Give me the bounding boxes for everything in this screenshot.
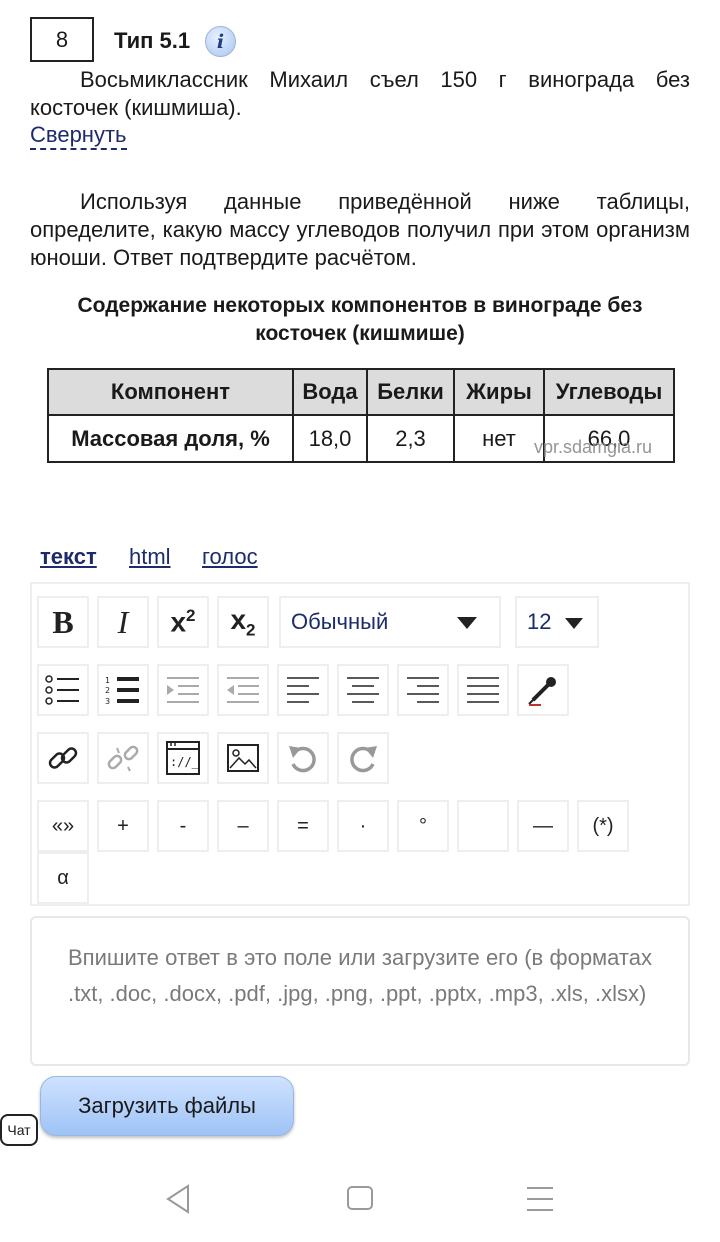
tab-text[interactable]: текст	[40, 544, 97, 570]
superscript-button[interactable]: x2	[157, 596, 209, 648]
symbol-hyphen-button[interactable]: -	[157, 800, 209, 852]
insert-image-button[interactable]	[217, 732, 269, 784]
symbol-label: «»	[51, 814, 75, 837]
outdent-icon	[227, 677, 259, 703]
insert-code-button[interactable]: ://_	[157, 732, 209, 784]
undo-icon	[289, 746, 316, 773]
format-select-value: Обычный	[291, 609, 389, 634]
table-header-cell: Компонент	[47, 368, 294, 416]
symbol-multiply-button[interactable]: (*)	[577, 800, 629, 852]
chevron-down-icon	[457, 617, 477, 629]
table-header-row: Компонент Вода Белки Жиры Углеводы	[47, 368, 675, 416]
eyedropper-icon	[528, 677, 556, 706]
table-title: Содержание некоторых компонентов в виног…	[77, 294, 643, 345]
upload-files-button[interactable]: Загрузить файлы	[40, 1076, 294, 1136]
align-center-button[interactable]	[337, 664, 389, 716]
align-justify-button[interactable]	[457, 664, 509, 716]
symbol-alpha-button[interactable]: α	[37, 852, 89, 904]
outdent-button[interactable]	[217, 664, 269, 716]
symbol-plus-button[interactable]: +	[97, 800, 149, 852]
back-icon[interactable]	[164, 1184, 192, 1214]
symbol-label: α	[57, 866, 69, 889]
symbol-label: °	[419, 814, 427, 837]
bulleted-list-button[interactable]	[37, 664, 89, 716]
home-icon[interactable]	[346, 1184, 374, 1212]
task-type-label: Тип 5.1	[114, 28, 191, 53]
numbered-list-icon: 1 2 3	[105, 676, 139, 705]
tab-voice[interactable]: голос	[202, 544, 258, 570]
symbol-middle-dot-button[interactable]: ·	[337, 800, 389, 852]
bold-icon: B	[52, 603, 74, 640]
symbol-label: +	[117, 814, 129, 837]
redo-icon	[350, 746, 377, 773]
italic-button[interactable]: I	[97, 596, 149, 648]
svg-text:1: 1	[105, 676, 110, 685]
rich-text-toolbar: B I x2 x2 Обычный 12 1 2 3://_ «» + - –…	[30, 582, 690, 906]
symbol-label: -	[179, 814, 187, 837]
align-right-button[interactable]	[397, 664, 449, 716]
link-icon	[48, 747, 78, 769]
align-left-icon	[287, 677, 319, 703]
align-justify-icon	[467, 677, 499, 703]
collapse-link[interactable]: Свернуть	[30, 122, 127, 150]
table-cell: нет	[453, 414, 545, 463]
indent-button[interactable]	[157, 664, 209, 716]
numbered-list-button[interactable]: 1 2 3	[97, 664, 149, 716]
align-left-button[interactable]	[277, 664, 329, 716]
indent-icon	[167, 677, 199, 703]
bold-button[interactable]: B	[37, 596, 89, 648]
bulleted-list-icon	[45, 675, 79, 705]
font-size-value: 12	[527, 609, 552, 634]
code-block-icon: ://_	[166, 741, 200, 775]
answer-field[interactable]: Впишите ответ в это поле или загрузите е…	[30, 916, 690, 1066]
symbol-degree-button[interactable]: °	[397, 800, 449, 852]
image-icon	[227, 744, 259, 772]
svg-text:://_: ://_	[170, 755, 200, 769]
task-question-text: Используя данные приведённой ниже таблиц…	[30, 189, 690, 270]
symbol-label: –	[237, 814, 249, 837]
table-header-cell: Белки	[366, 368, 455, 416]
table-row-label: Массовая доля, %	[47, 414, 294, 463]
symbol-em-dash-button[interactable]: —	[517, 800, 569, 852]
table-header-cell: Жиры	[453, 368, 545, 416]
symbol-quotes-button[interactable]: «»	[37, 800, 89, 852]
format-select[interactable]: Обычный	[279, 596, 501, 648]
font-size-select[interactable]: 12	[515, 596, 599, 648]
remove-link-button[interactable]	[97, 732, 149, 784]
table-header-cell: Углеводы	[543, 368, 675, 416]
symbol-label: (*)	[592, 814, 614, 837]
task-intro-text: Восьмиклассник Михаил съел 150 г виногра…	[30, 67, 690, 120]
unlink-icon	[107, 745, 139, 772]
watermark: vpr.sdamgia.ru	[534, 437, 653, 457]
table-header-cell: Вода	[292, 368, 368, 416]
align-right-icon	[407, 677, 439, 703]
info-icon[interactable]: i	[205, 26, 236, 57]
symbol-en-dash-button[interactable]: –	[217, 800, 269, 852]
table-cell: 18,0	[292, 414, 368, 463]
align-center-icon	[347, 677, 379, 703]
task-number-box: 8	[30, 17, 94, 62]
tab-html[interactable]: html	[129, 544, 171, 570]
superscript-icon: x2	[170, 605, 196, 638]
symbol-label: —	[533, 814, 553, 837]
svg-text:3: 3	[105, 697, 110, 705]
table-cell: 2,3	[366, 414, 455, 463]
symbol-space-button[interactable]	[457, 800, 509, 852]
italic-icon: I	[117, 603, 129, 640]
menu-icon[interactable]	[526, 1184, 554, 1214]
subscript-icon: x2	[230, 603, 256, 640]
chat-button[interactable]: Чат	[0, 1114, 38, 1146]
subscript-button[interactable]: x2	[217, 596, 269, 648]
text-color-button[interactable]	[517, 664, 569, 716]
symbol-label: ·	[359, 814, 367, 837]
svg-text:2: 2	[105, 686, 110, 695]
symbol-label: =	[297, 814, 309, 837]
undo-button[interactable]	[277, 732, 329, 784]
redo-button[interactable]	[337, 732, 389, 784]
chevron-down-icon	[565, 618, 583, 629]
insert-link-button[interactable]	[37, 732, 89, 784]
symbol-equals-button[interactable]: =	[277, 800, 329, 852]
